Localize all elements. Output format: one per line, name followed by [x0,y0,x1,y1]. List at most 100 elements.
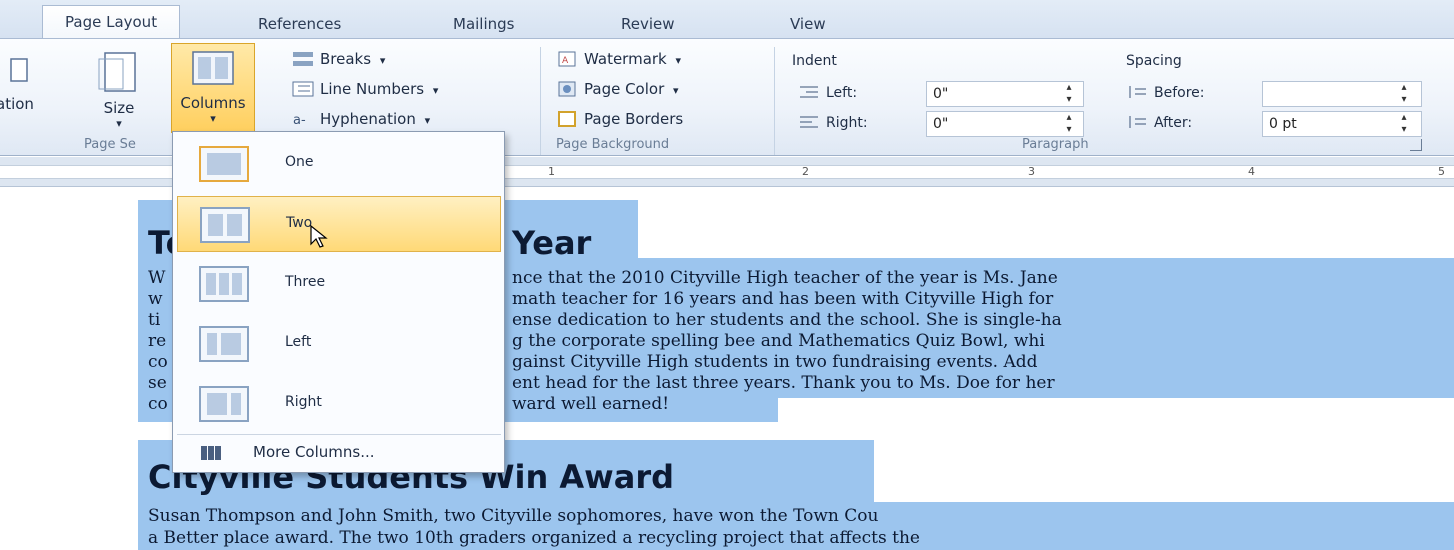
para1-line-left: w [148,289,163,309]
columns-option-right[interactable]: Right [177,376,501,432]
svg-text:A: A [562,56,569,66]
columns-option-label: One [285,154,314,170]
page-color-button[interactable]: Page Color ▾ [556,77,679,101]
spacing-after-text: After: [1154,115,1193,131]
para2-line: Susan Thompson and John Smith, two Cityv… [148,506,879,526]
columns-dropdown-arrow: ▾ [210,112,216,125]
columns-label: Columns [180,94,246,112]
hyphenation-dropdown-arrow: ▾ [424,114,431,127]
more-columns-label: More Columns... [253,443,375,461]
spacing-after-label: After: [1126,111,1192,135]
indent-left-text: Left: [826,85,858,101]
line-numbers-icon [292,80,314,97]
size-dropdown-arrow: ▾ [116,117,122,130]
watermark-button[interactable]: A Watermark ▾ [556,47,681,71]
indent-left-icon [798,84,820,100]
para2-line: a Better place award. The two 10th grade… [148,528,920,548]
columns-option-label: Right [285,394,322,410]
hyphenation-icon: a- [292,110,314,128]
spacing-after-icon [1126,114,1148,130]
page-size-icon [95,49,143,93]
left-column-icon [199,326,249,362]
more-columns-item[interactable]: More Columns... [177,434,501,468]
para1-line-right: gainst Cityville High students in two fu… [512,352,1038,372]
para1-line-right: g the corporate spelling bee and Mathema… [512,331,1045,351]
para1-line-right: ward well earned! [512,394,670,414]
indent-right-text: Right: [826,115,868,131]
indent-right-label: Right: [798,111,868,135]
page-background-group-label: Page Background [556,137,670,152]
tab-mailings[interactable]: Mailings [453,10,514,38]
orientation-icon [10,49,30,85]
breaks-icon [292,50,314,66]
ruler-mark-5: 5 [1438,165,1445,178]
columns-option-three[interactable]: Three [177,256,501,312]
para1-line-right: math teacher for 16 years and has been w… [512,289,1054,309]
paragraph-group-label: Paragraph [1022,137,1089,152]
columns-option-label: Left [285,334,312,350]
indent-right-field[interactable]: 0" [926,111,1084,137]
line-numbers-button[interactable]: Line Numbers ▾ [292,77,438,101]
tab-references[interactable]: References [258,10,341,38]
breaks-label: Breaks [320,50,372,68]
spacing-after-spinner[interactable]: ▴ ▾ [1399,112,1409,136]
columns-dropdown-menu: One Two Three Left Right More Columns... [172,131,505,473]
two-columns-icon [200,207,250,243]
indent-right-spinner[interactable]: ▴ ▾ [1064,112,1074,136]
columns-option-one[interactable]: One [177,136,501,192]
line-numbers-label: Line Numbers [320,80,425,98]
breaks-button[interactable]: Breaks ▾ [292,47,385,71]
ribbon-tab-bar: Page Layout References Mailings Review V… [0,0,1454,39]
ruler-mark-3: 3 [1028,165,1035,178]
tab-review[interactable]: Review [621,10,675,38]
orientation-button[interactable]: ation [0,45,66,131]
three-columns-icon [199,266,249,302]
page-borders-icon [556,110,578,127]
orientation-label: ation [0,95,34,113]
para1-line-left: ti [148,310,161,330]
para1-line-right: nce that the 2010 Cityville High teacher… [512,268,1058,288]
spacing-before-spinner[interactable]: ▴ ▾ [1399,82,1409,106]
group-separator [774,47,775,155]
spacing-before-icon [1126,84,1148,100]
indent-left-field[interactable]: 0" [926,81,1084,107]
page-borders-label: Page Borders [584,110,684,128]
size-button[interactable]: Size ▾ [82,45,156,131]
group-separator [540,47,541,155]
ruler-mark-4: 4 [1248,165,1255,178]
svg-text:a-: a- [293,113,306,127]
page-color-label: Page Color [584,80,665,98]
columns-option-label: Two [286,215,313,231]
spacing-after-field[interactable]: 0 pt [1262,111,1422,137]
para1-line-left: re [148,331,167,351]
heading-teacher-right: Year [512,224,592,262]
para1-line-left: se [148,373,167,393]
watermark-label: Watermark [584,50,667,68]
tab-page-layout[interactable]: Page Layout [42,5,181,39]
para1-line-right: ense dedication to her students and the … [512,310,1062,330]
indent-left-label: Left: [798,81,857,105]
page-setup-group-label: Page Se [84,137,136,152]
tab-view[interactable]: View [790,10,826,38]
page-borders-button[interactable]: Page Borders [556,107,683,131]
indent-right-icon [798,114,820,130]
spacing-before-text: Before: [1154,85,1205,101]
columns-option-two[interactable]: Two [177,196,501,252]
right-column-icon [199,386,249,422]
columns-option-left[interactable]: Left [177,316,501,372]
paragraph-dialog-launcher-icon[interactable] [1410,139,1422,151]
para1-line-right: ent head for the last three years. Thank… [512,373,1055,393]
indent-left-spinner[interactable]: ▴ ▾ [1064,82,1074,106]
columns-button[interactable]: Columns ▾ [171,43,255,133]
more-columns-icon [201,445,221,464]
para1-line-left: co [148,352,168,372]
para1-line-left: W [148,268,166,288]
hyphenation-button[interactable]: a- Hyphenation ▾ [292,107,430,131]
spacing-before-label: Before: [1126,81,1205,105]
line-numbers-dropdown-arrow: ▾ [432,84,439,97]
size-label: Size [103,99,135,117]
spacing-before-field[interactable] [1262,81,1422,107]
ruler-mark-2: 2 [802,165,809,178]
columns-option-label: Three [285,274,326,290]
columns-icon [189,48,237,88]
